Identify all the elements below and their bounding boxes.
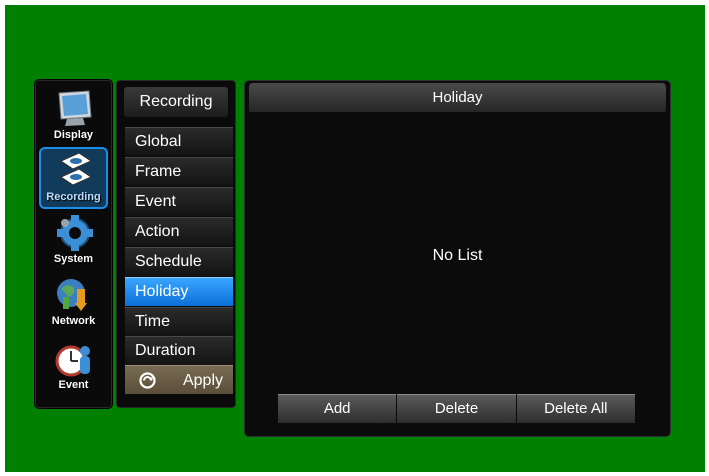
gear-icon bbox=[57, 215, 93, 251]
apply-icon bbox=[139, 372, 156, 389]
menu-item-schedule[interactable]: Schedule bbox=[125, 247, 233, 276]
category-label: System bbox=[53, 253, 94, 265]
empty-list-message: No List bbox=[432, 247, 483, 264]
event-icon bbox=[55, 345, 90, 377]
menu-item-action[interactable]: Action bbox=[125, 217, 233, 246]
apply-button[interactable]: Apply bbox=[125, 365, 233, 394]
category-sidebar: Display Recording System Network Event bbox=[35, 80, 112, 408]
recording-icon bbox=[59, 152, 93, 186]
menu-item-frame[interactable]: Frame bbox=[125, 157, 233, 186]
add-button[interactable]: Add bbox=[278, 394, 397, 423]
category-display[interactable]: Display bbox=[39, 87, 108, 147]
holiday-panel: Holiday No List Add Delete Delete All bbox=[244, 80, 671, 437]
category-label: Recording bbox=[46, 191, 101, 203]
menu-item-event[interactable]: Event bbox=[125, 187, 233, 216]
apply-label: Apply bbox=[182, 372, 223, 389]
submenu-panel: Recording Global Frame Event Action Sche… bbox=[116, 80, 236, 408]
category-recording[interactable]: Recording bbox=[39, 147, 108, 209]
category-label: Network bbox=[51, 315, 96, 327]
delete-all-button[interactable]: Delete All bbox=[516, 394, 635, 423]
category-system[interactable]: System bbox=[39, 211, 108, 271]
menu-item-global[interactable]: Global bbox=[125, 127, 233, 156]
monitor-icon bbox=[58, 90, 92, 126]
delete-button[interactable]: Delete bbox=[397, 394, 516, 423]
menu-item-duration[interactable]: Duration bbox=[125, 336, 233, 365]
action-button-bar: Add Delete Delete All bbox=[278, 394, 635, 423]
menu-item-holiday[interactable]: Holiday bbox=[125, 277, 233, 306]
category-event[interactable]: Event bbox=[39, 337, 108, 397]
menu-title: Recording bbox=[124, 87, 228, 117]
panel-title: Holiday bbox=[249, 83, 666, 112]
category-label: Display bbox=[53, 129, 94, 141]
category-network[interactable]: Network bbox=[39, 273, 108, 333]
category-label: Event bbox=[58, 379, 89, 391]
network-icon bbox=[57, 279, 87, 311]
menu-item-time[interactable]: Time bbox=[125, 307, 233, 336]
